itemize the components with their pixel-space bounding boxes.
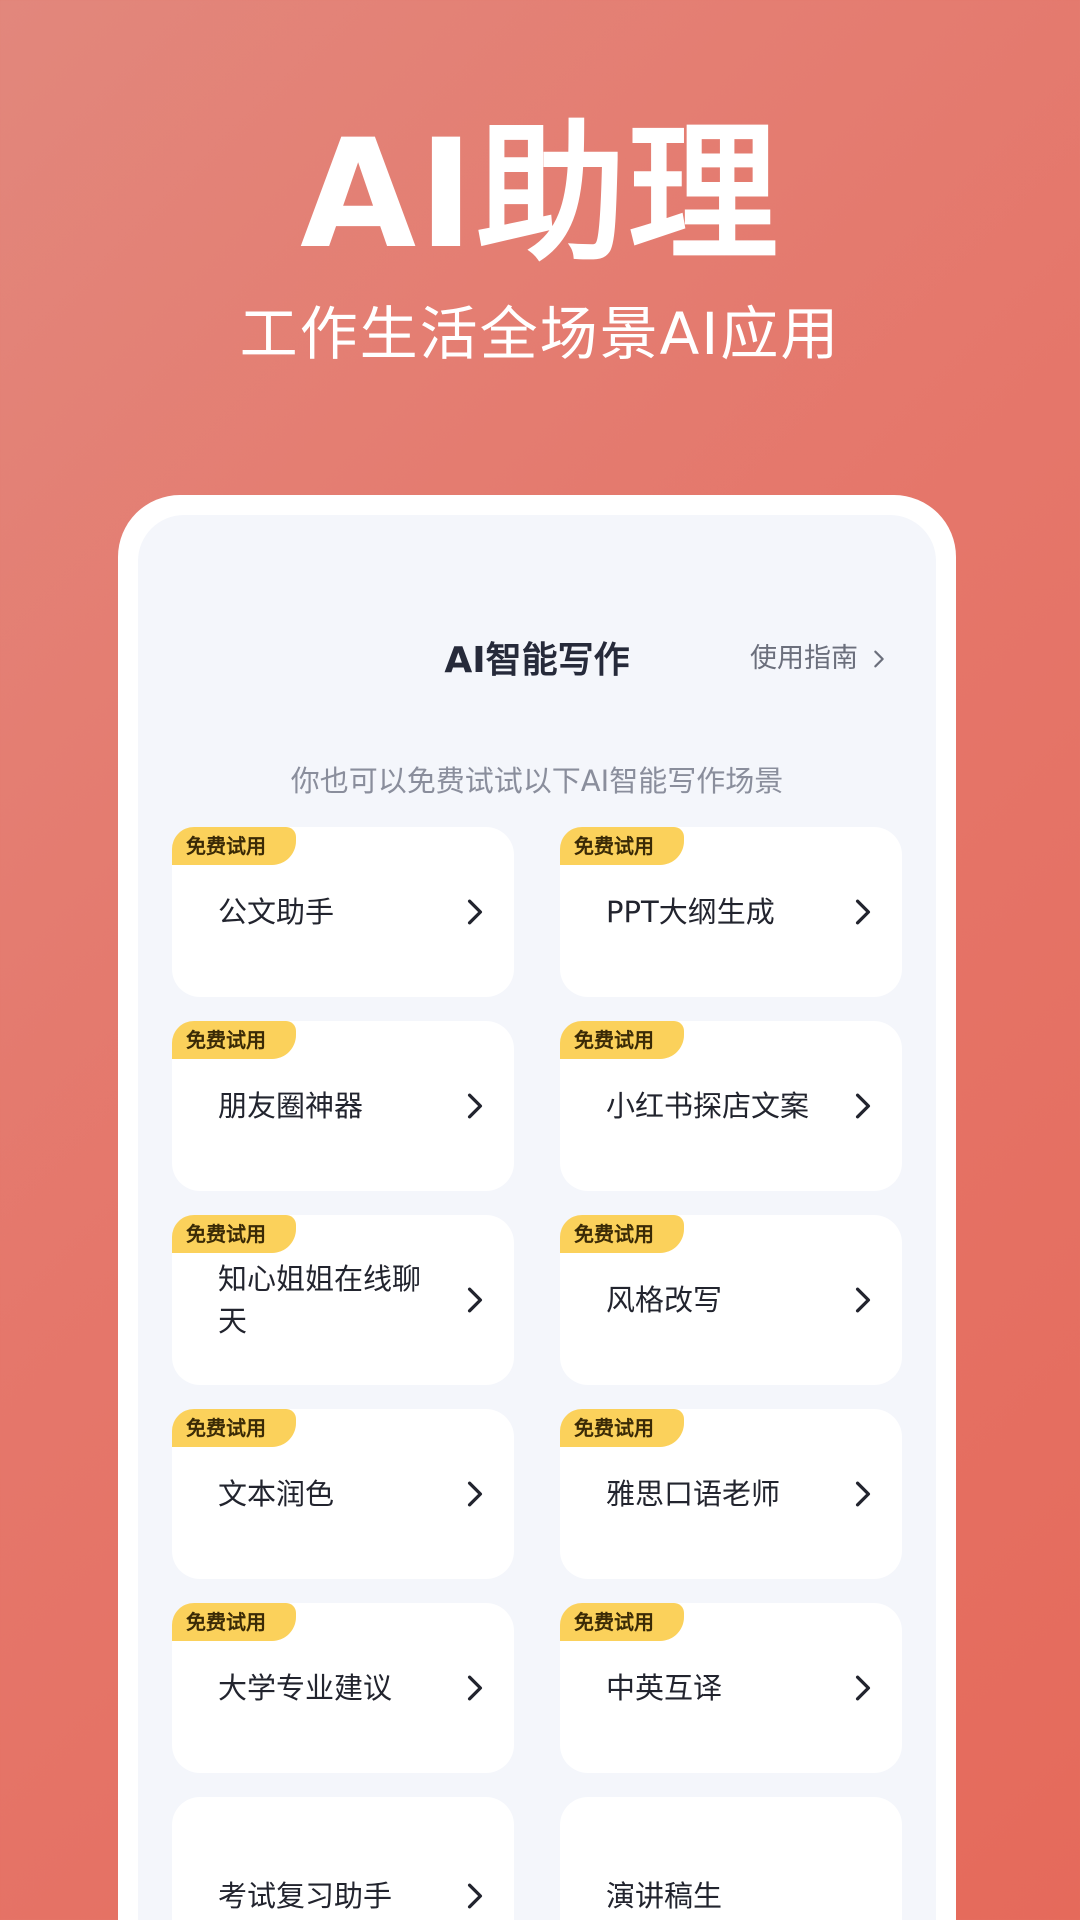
- chevron-right-icon: [467, 899, 483, 925]
- scene-card-speech[interactable]: 演讲稿生: [560, 1797, 902, 1920]
- chevron-right-icon: [467, 1093, 483, 1119]
- scene-hint: 你也可以免费试试以下AI智能写作场景: [290, 764, 784, 798]
- hero-title: AI助理: [300, 108, 780, 282]
- chevron-right-icon: [467, 1481, 483, 1507]
- chevron-right-icon: [467, 1675, 483, 1701]
- chevron-right-icon: [855, 1287, 871, 1313]
- chevron-right-icon: [467, 1287, 483, 1313]
- free-trial-badge: 免费试用: [560, 1603, 684, 1641]
- scene-card-label: 小红书探店文案: [606, 1089, 810, 1123]
- free-trial-badge: 免费试用: [172, 827, 296, 865]
- scene-grid: 免费试用 公文助手 免费试用 PPT大纲生成 免费试用 朋友圈神器 免费试用 小…: [172, 827, 904, 1920]
- scene-card-label: 雅思口语老师: [606, 1477, 781, 1511]
- chevron-right-icon: [855, 1093, 871, 1119]
- scene-card-moments[interactable]: 免费试用 朋友圈神器: [172, 1021, 514, 1191]
- scene-card-label: PPT大纲生成: [606, 895, 775, 929]
- chevron-right-icon: [855, 1481, 871, 1507]
- hero-subtitle: 工作生活全场景AI应用: [239, 300, 841, 368]
- scene-card-ielts[interactable]: 免费试用 雅思口语老师: [560, 1409, 902, 1579]
- chevron-right-icon: [467, 1883, 483, 1909]
- free-trial-badge: 免费试用: [172, 1409, 296, 1447]
- scene-card-chat-sister[interactable]: 免费试用 知心姐姐在线聊天: [172, 1215, 514, 1385]
- usage-guide-label: 使用指南: [750, 643, 858, 674]
- scene-card-translate[interactable]: 免费试用 中英互译: [560, 1603, 902, 1773]
- scene-card-exam-review[interactable]: 考试复习助手: [172, 1797, 514, 1920]
- free-trial-badge: 免费试用: [172, 1603, 296, 1641]
- free-trial-badge: 免费试用: [560, 1021, 684, 1059]
- free-trial-badge: 免费试用: [560, 827, 684, 865]
- scene-card-official-docs[interactable]: 免费试用 公文助手: [172, 827, 514, 997]
- chevron-right-icon: [855, 899, 871, 925]
- scene-card-label: 大学专业建议: [218, 1671, 393, 1705]
- scene-card-label: 公文助手: [218, 895, 335, 929]
- phone-frame: AI智能写作 使用指南 你也可以免费试试以下AI智能写作场景 免费试用 公文助手…: [118, 495, 956, 1920]
- scene-card-label: 考试复习助手: [218, 1878, 393, 1913]
- scene-card-label: 文本润色: [218, 1477, 335, 1511]
- free-trial-badge: 免费试用: [172, 1021, 296, 1059]
- scene-card-ppt-outline[interactable]: 免费试用 PPT大纲生成: [560, 827, 902, 997]
- usage-guide-link[interactable]: 使用指南: [750, 645, 890, 672]
- scene-card-label: 风格改写: [606, 1283, 723, 1317]
- scene-card-major-advice[interactable]: 免费试用 大学专业建议: [172, 1603, 514, 1773]
- free-trial-badge: 免费试用: [560, 1215, 684, 1253]
- app-screen: AI智能写作 使用指南 你也可以免费试试以下AI智能写作场景 免费试用 公文助手…: [138, 515, 936, 1920]
- chevron-right-icon: [855, 1675, 871, 1701]
- chevron-right-icon: [874, 650, 884, 667]
- scene-card-label: 演讲稿生: [606, 1878, 723, 1913]
- scene-card-style-rewrite[interactable]: 免费试用 风格改写: [560, 1215, 902, 1385]
- scene-card-label: 知心姐姐在线聊天: [218, 1262, 422, 1338]
- scene-card-polish[interactable]: 免费试用 文本润色: [172, 1409, 514, 1579]
- free-trial-badge: 免费试用: [560, 1409, 684, 1447]
- scene-card-xiaohongshu[interactable]: 免费试用 小红书探店文案: [560, 1021, 902, 1191]
- scene-card-label: 中英互译: [606, 1671, 723, 1705]
- scene-card-label: 朋友圈神器: [218, 1089, 364, 1123]
- free-trial-badge: 免费试用: [172, 1215, 296, 1253]
